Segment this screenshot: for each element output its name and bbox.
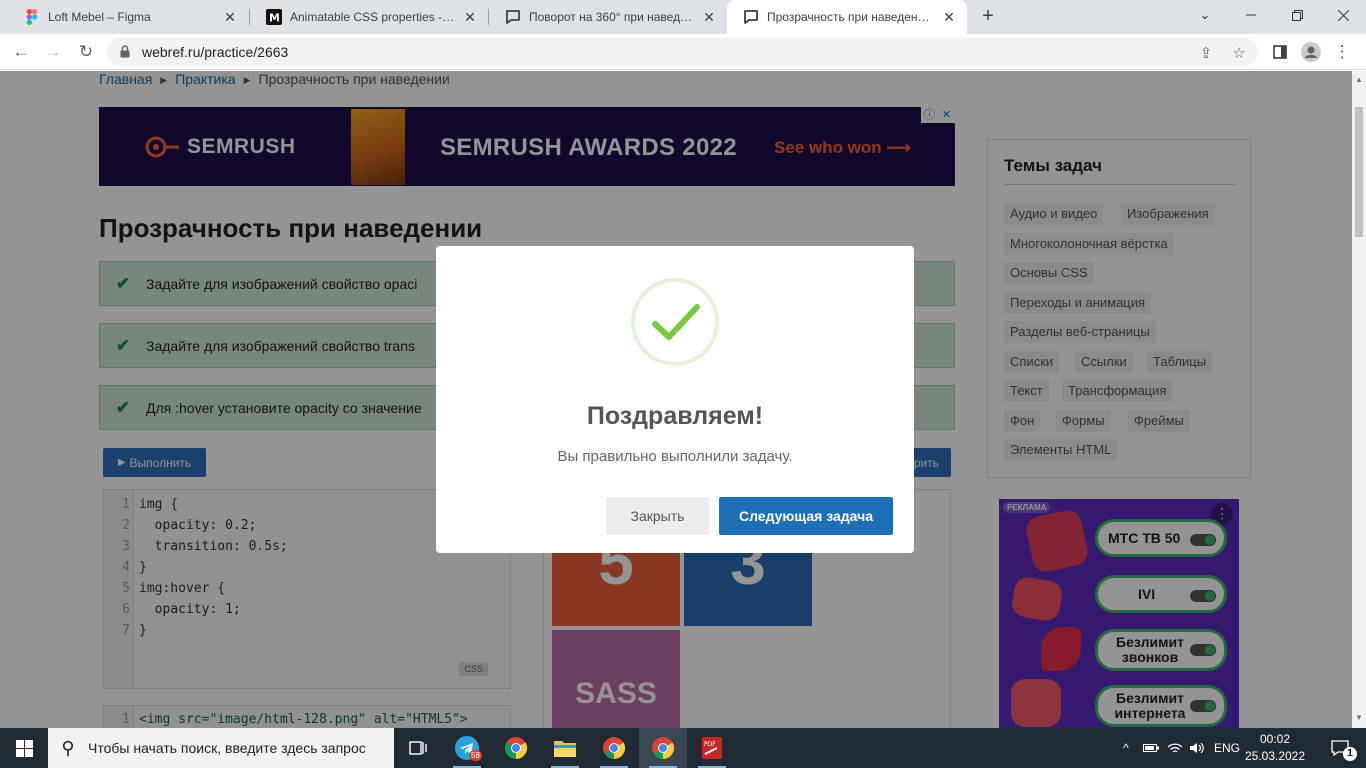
profile-avatar-icon[interactable] <box>1299 40 1323 64</box>
tab-title: Поворот на 360° при наведении <box>529 10 695 24</box>
tab-title: Прозрачность при наведении | <box>767 10 935 24</box>
new-tab-button[interactable]: + <box>977 5 999 27</box>
success-check-icon <box>631 278 719 366</box>
scroll-thumb[interactable] <box>1355 107 1363 237</box>
svg-text:M: M <box>269 12 280 25</box>
tab-mdn[interactable]: M Animatable CSS properties - CSS ✕ <box>250 0 488 34</box>
scroll-down-icon[interactable]: ▼ <box>1355 713 1363 722</box>
notifications-icon[interactable]: 1 <box>1320 728 1360 768</box>
address-bar[interactable]: webref.ru/practice/2663 ⇪ ☆ <box>106 38 1258 66</box>
language-indicator[interactable]: ENG <box>1212 728 1242 768</box>
next-task-button[interactable]: Следующая задача <box>719 497 893 535</box>
lock-icon[interactable] <box>120 45 130 61</box>
success-dialog: Поздравляем! Вы правильно выполнили зада… <box>436 246 914 553</box>
search-icon: ⚲ <box>61 737 75 758</box>
taskbar-search-box[interactable]: ⚲ Чтобы начать поиск, введите здесь запр… <box>48 728 394 768</box>
tab-search-chevron-icon[interactable]: ⌄ <box>1182 0 1228 30</box>
close-button[interactable]: Закрыть <box>606 497 709 535</box>
share-icon[interactable]: ⇪ <box>1196 43 1216 63</box>
dialog-title: Поздравляем! <box>586 402 764 430</box>
close-tab-icon[interactable]: ✕ <box>941 9 957 26</box>
show-hidden-icons[interactable]: ^ <box>1117 728 1135 768</box>
menu-kebab-icon[interactable]: ⋮ <box>1330 40 1354 64</box>
url-text: webref.ru/practice/2663 <box>142 44 289 60</box>
tab-opacity-active[interactable]: Прозрачность при наведении | ✕ <box>727 0 967 34</box>
bookmark-star-icon[interactable]: ☆ <box>1229 43 1249 63</box>
reload-button[interactable]: ↻ <box>74 40 98 64</box>
restore-button[interactable] <box>1274 0 1320 30</box>
tab-figma[interactable]: Loft Mebel – Figma ✕ <box>8 0 248 34</box>
tab-title: Loft Mebel – Figma <box>48 10 151 24</box>
chrome-profile-icon[interactable] <box>590 728 638 768</box>
scroll-up-icon[interactable]: ▲ <box>1355 75 1363 84</box>
task-view-icon[interactable] <box>394 728 442 768</box>
tab-strip: Loft Mebel – Figma ✕ M Animatable CSS pr… <box>0 0 1366 34</box>
clock[interactable]: 00:02 25.03.2022 <box>1244 731 1306 765</box>
close-tab-icon[interactable]: ✕ <box>701 9 717 26</box>
dialog-message: Вы правильно выполнили задачу. <box>557 448 793 465</box>
clock-date: 25.03.2022 <box>1244 749 1306 763</box>
close-window-button[interactable] <box>1320 0 1366 30</box>
windows-start-icon[interactable] <box>0 728 48 768</box>
telegram-unread-badge: 58 <box>469 750 482 761</box>
close-tab-icon[interactable]: ✕ <box>462 9 478 26</box>
windows-taskbar: ⚲ Чтобы начать поиск, введите здесь запр… <box>0 728 1366 768</box>
chrome-icon[interactable] <box>492 728 540 768</box>
figma-icon <box>24 9 40 25</box>
file-explorer-icon[interactable] <box>541 728 589 768</box>
forward-button[interactable]: → <box>41 40 65 64</box>
page-scrollbar[interactable]: ▲ ▼ <box>1352 71 1366 728</box>
volume-icon[interactable] <box>1187 728 1207 768</box>
minimize-button[interactable] <box>1228 0 1274 30</box>
telegram-icon[interactable]: 58 <box>443 728 491 768</box>
wifi-icon[interactable] <box>1165 728 1185 768</box>
tab-title: Animatable CSS properties - CSS <box>290 10 456 24</box>
back-button[interactable]: ← <box>9 40 33 64</box>
browser-toolbar: ← → ↻ webref.ru/practice/2663 ⇪ ☆ ⋮ <box>0 34 1366 70</box>
speech-bubble-icon <box>743 9 759 25</box>
clock-time: 00:02 <box>1259 732 1291 746</box>
pdf-reader-icon[interactable]: PDF <box>688 728 736 768</box>
tab-rotate[interactable]: Поворот на 360° при наведении ✕ <box>489 0 727 34</box>
svg-text:PDF: PDF <box>704 741 716 748</box>
speech-bubble-icon <box>505 9 521 25</box>
search-placeholder: Чтобы начать поиск, введите здесь запрос <box>88 740 366 756</box>
mdn-icon: M <box>266 9 282 25</box>
side-panel-icon[interactable] <box>1268 40 1292 64</box>
battery-icon[interactable] <box>1141 728 1161 768</box>
chrome-active-icon[interactable] <box>639 728 687 768</box>
notification-count: 1 <box>1343 747 1357 761</box>
close-tab-icon[interactable]: ✕ <box>222 9 238 26</box>
